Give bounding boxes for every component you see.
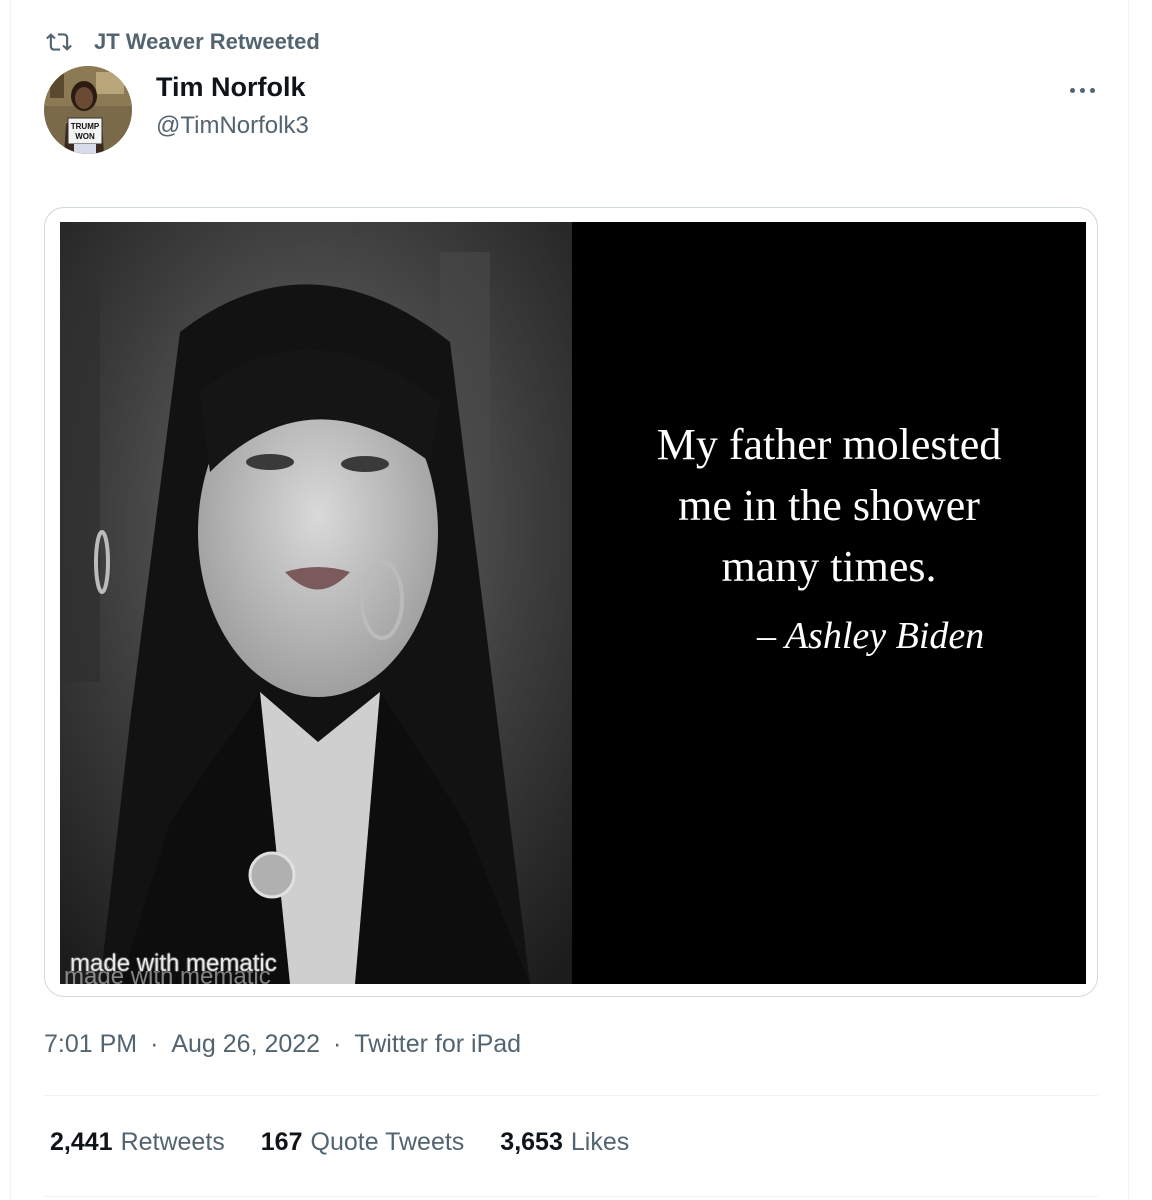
watermark-text: made with mematic (70, 950, 277, 977)
quote-text: My father molested me in the shower many… (572, 414, 1086, 597)
likes-label: Likes (570, 1128, 630, 1156)
quote-tweets-label: Quote Tweets (310, 1128, 465, 1156)
likes-count: 3,653 (500, 1128, 563, 1156)
timeline-left-border (10, 0, 11, 1200)
photo-panel (60, 222, 572, 984)
avatar-sign-text-2: WON (75, 132, 95, 141)
separator: · (333, 1030, 342, 1058)
retweet-banner-text: JT Weaver Retweeted (94, 29, 320, 54)
tweet-date[interactable]: Aug 26, 2022 (171, 1030, 320, 1059)
quote-line-2: me in the shower (678, 481, 980, 530)
avatar-sign-text-1: TRUMP (71, 122, 100, 131)
retweet-banner[interactable]: JT Weaver Retweeted (46, 28, 320, 56)
quote-line-3: many times. (721, 542, 937, 591)
ellipsis-icon (1069, 87, 1075, 93)
retweet-icon (46, 33, 72, 51)
quote-tweets-count: 167 (260, 1128, 303, 1156)
likes-stat[interactable]: 3,653 Likes (500, 1128, 629, 1157)
ellipsis-icon-dot (1089, 87, 1095, 93)
author-name[interactable]: Tim Norfolk (156, 72, 306, 103)
quote-line-1: My father molested (656, 420, 1002, 469)
timeline-right-border (1128, 0, 1129, 1200)
ellipsis-icon-dot (1079, 87, 1085, 93)
separator: · (150, 1030, 159, 1058)
tweet-time[interactable]: 7:01 PM (44, 1030, 137, 1059)
engagement-stats: 2,441 Retweets 167 Quote Tweets 3,653 Li… (50, 1128, 629, 1157)
divider (44, 1095, 1098, 1096)
tweet-timestamp: 7:01 PM · Aug 26, 2022 · Twitter for iPa… (44, 1030, 521, 1059)
retweets-label: Retweets (120, 1128, 225, 1156)
author-avatar[interactable]: TRUMP WON (44, 66, 132, 154)
avatar-image: TRUMP WON (44, 66, 132, 154)
tweet-media-image: My father molested me in the shower many… (60, 222, 1086, 984)
media-card[interactable]: My father molested me in the shower many… (44, 207, 1098, 997)
tweet-source[interactable]: Twitter for iPad (354, 1030, 521, 1059)
quote-attribution: – Ashley Biden (757, 615, 985, 657)
divider (44, 1196, 1098, 1197)
retweets-count: 2,441 (50, 1128, 113, 1156)
author-handle[interactable]: @TimNorfolk3 (156, 112, 309, 140)
quote-tweets-stat[interactable]: 167 Quote Tweets (261, 1128, 465, 1157)
quote-panel: My father molested me in the shower many… (572, 222, 1086, 984)
more-options-button[interactable] (1062, 80, 1102, 100)
retweets-stat[interactable]: 2,441 Retweets (50, 1128, 225, 1157)
